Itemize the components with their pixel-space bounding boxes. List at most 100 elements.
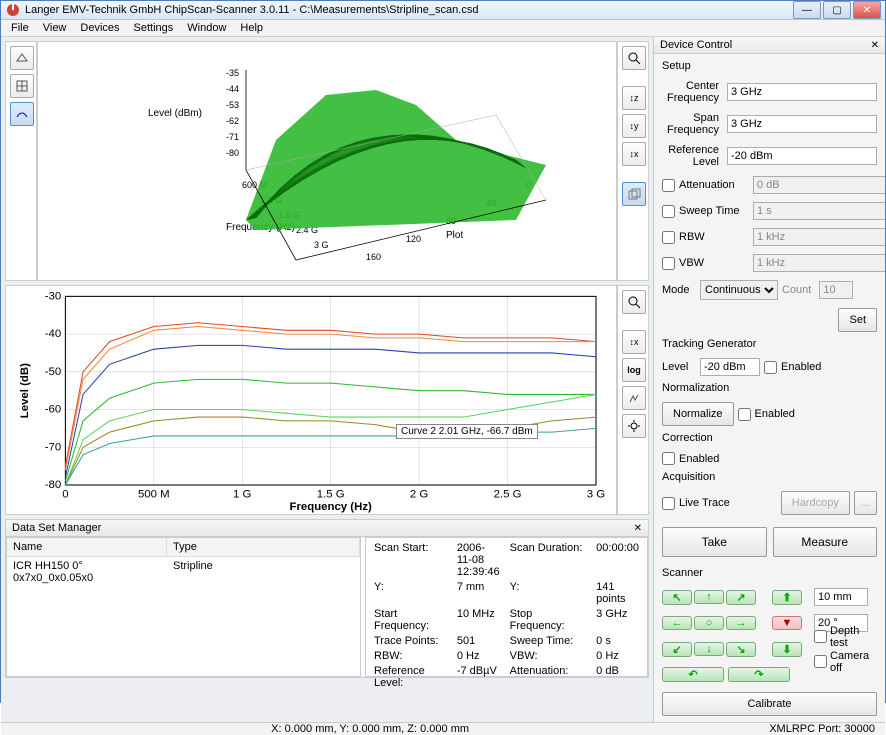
statusbar: X: 0.000 mm, Y: 0.000 mm, Z: 0.000 mm XM… — [1, 722, 885, 735]
count-input — [819, 281, 853, 299]
arrow-up-z-icon[interactable]: ⬆ — [772, 590, 802, 605]
arrow-e-icon[interactable]: → — [726, 616, 756, 630]
maximize-button[interactable]: ▢ — [823, 1, 851, 19]
svg-text:0: 0 — [62, 488, 68, 500]
rbw-check[interactable] — [662, 231, 675, 244]
calibrate-button[interactable]: Calibrate — [662, 692, 877, 716]
svg-text:1.5 G: 1.5 G — [317, 488, 345, 500]
col-name[interactable]: Name — [7, 538, 167, 556]
dsm-table[interactable]: Name Type ICR HH150 0° 0x7x0_0x0.05x0 St… — [6, 537, 361, 677]
menu-settings[interactable]: Settings — [128, 20, 180, 36]
log-button[interactable]: log — [622, 358, 646, 382]
plot3d-axes — [216, 60, 576, 270]
settings-icon[interactable] — [622, 414, 646, 438]
plot3d-panel: -35 -44 -53 -62 -71 -80 Level (dBm) 600 … — [5, 41, 649, 281]
svg-text:1 G: 1 G — [233, 488, 251, 500]
axis-xy-icon[interactable]: ↕x — [622, 142, 646, 166]
arrow-down-z-icon[interactable]: ⬇ — [772, 642, 802, 657]
norm-enabled-check[interactable] — [738, 408, 751, 421]
tg-enabled-check[interactable] — [764, 361, 777, 374]
dataset-manager-panel: Data Set Manager ✕ Name Type ICR HH150 0… — [5, 519, 649, 678]
view-surface-icon[interactable] — [10, 102, 34, 126]
set-button[interactable]: Set — [838, 308, 877, 332]
setup-title: Setup — [662, 60, 877, 72]
col-type[interactable]: Type — [167, 538, 360, 556]
menu-devices[interactable]: Devices — [74, 20, 125, 36]
arrow-se-icon[interactable]: ↘ — [726, 642, 756, 657]
svg-text:-30: -30 — [45, 290, 61, 302]
vbw-check[interactable] — [662, 257, 675, 270]
rbw-input — [753, 228, 885, 246]
att-check[interactable] — [662, 179, 675, 192]
depth-test-check[interactable] — [814, 630, 827, 643]
plot3d-canvas[interactable]: -35 -44 -53 -62 -71 -80 Level (dBm) 600 … — [37, 41, 617, 281]
normalize-button[interactable]: Normalize — [662, 402, 734, 426]
acq-title: Acquisition — [662, 471, 877, 483]
svg-text:-80: -80 — [45, 479, 61, 491]
menu-view[interactable]: View — [37, 20, 73, 36]
step-xy-input[interactable] — [814, 588, 868, 606]
svg-text:3 G: 3 G — [587, 488, 605, 500]
rotate-ccw-icon[interactable]: ↶ — [662, 667, 724, 682]
tg-title: Tracking Generator — [662, 338, 877, 350]
zoom2d-icon[interactable] — [622, 290, 646, 314]
chart2d-svg: -30-40-50-60-70-800500 M1 G1.5 G2 G2.5 G… — [6, 286, 616, 514]
dsm-title: Data Set Manager — [12, 522, 101, 534]
device-control-panel: Device Control ✕ Setup Center Frequency … — [653, 37, 885, 722]
svg-text:-40: -40 — [45, 328, 61, 340]
menubar: File View Devices Settings Window Help — [1, 20, 885, 37]
scanner-pad: ↖ ↑ ↗ ⬆ ← ○ → ▼ ↙ ↓ ↘ — [662, 585, 877, 661]
menu-file[interactable]: File — [5, 20, 35, 36]
rotate-cw-icon[interactable]: ↷ — [728, 667, 790, 682]
corr-title: Correction — [662, 432, 877, 444]
zoom-icon[interactable] — [622, 46, 646, 70]
axis-yz-icon[interactable]: ↕y — [622, 114, 646, 138]
view-perspective-icon[interactable] — [10, 46, 34, 70]
axis-x2d-icon[interactable]: ↕x — [622, 330, 646, 354]
arrow-sw-icon[interactable]: ↙ — [662, 642, 692, 657]
trace-tool-icon[interactable] — [622, 386, 646, 410]
arrow-n-icon[interactable]: ↑ — [694, 590, 724, 604]
take-button[interactable]: Take — [662, 527, 767, 557]
ref-level-input[interactable] — [727, 147, 877, 165]
dsm-info: Scan Start:2006-11-08 12:39:46 Scan Dura… — [365, 537, 648, 677]
sweep-input — [753, 202, 885, 220]
menu-window[interactable]: Window — [181, 20, 232, 36]
close-button[interactable]: ✕ — [853, 1, 881, 19]
span-freq-input[interactable] — [727, 115, 877, 133]
live-trace-check[interactable] — [662, 497, 675, 510]
dsm-close-icon[interactable]: ✕ — [634, 523, 642, 534]
minimize-button[interactable]: — — [793, 1, 821, 19]
menu-help[interactable]: Help — [234, 20, 269, 36]
tg-level-input[interactable] — [700, 358, 760, 376]
arrow-nw-icon[interactable]: ↖ — [662, 590, 692, 605]
corr-enabled-check[interactable] — [662, 452, 675, 465]
view-3d-icon[interactable] — [622, 182, 646, 206]
measure-button[interactable]: Measure — [773, 527, 878, 557]
hardcopy-button: Hardcopy — [781, 491, 850, 515]
plot2d-panel: -30-40-50-60-70-800500 M1 G1.5 G2 G2.5 G… — [5, 285, 649, 515]
att-input — [753, 176, 885, 194]
sweep-check[interactable] — [662, 205, 675, 218]
dc-close-icon[interactable]: ✕ — [871, 40, 879, 51]
axis-xz-icon[interactable]: ↕z — [622, 86, 646, 110]
svg-text:500 M: 500 M — [138, 488, 170, 500]
arrow-ne-icon[interactable]: ↗ — [726, 590, 756, 605]
svg-text:-50: -50 — [45, 366, 61, 378]
plot2d-canvas[interactable]: -30-40-50-60-70-800500 M1 G1.5 G2 G2.5 G… — [5, 285, 617, 515]
arrow-s-icon[interactable]: ↓ — [694, 642, 724, 656]
center-freq-input[interactable] — [727, 83, 877, 101]
mode-select[interactable]: Continuous — [700, 280, 778, 300]
table-row[interactable]: ICR HH150 0° 0x7x0_0x0.05x0 Stripline — [7, 557, 360, 587]
view-mesh-icon[interactable] — [10, 74, 34, 98]
hardcopy-more-button: ... — [854, 491, 877, 515]
svg-text:-70: -70 — [45, 441, 61, 453]
cursor-tooltip: Curve 2 2.01 GHz, -66.7 dBm — [396, 424, 538, 439]
app-icon — [5, 2, 21, 18]
scanner-title: Scanner — [662, 567, 877, 579]
stop-icon[interactable]: ▼ — [772, 616, 802, 630]
home-icon[interactable]: ○ — [694, 616, 724, 630]
svg-text:2.5 G: 2.5 G — [494, 488, 522, 500]
arrow-w-icon[interactable]: ← — [662, 616, 692, 630]
status-coords: X: 0.000 mm, Y: 0.000 mm, Z: 0.000 mm — [11, 723, 729, 735]
